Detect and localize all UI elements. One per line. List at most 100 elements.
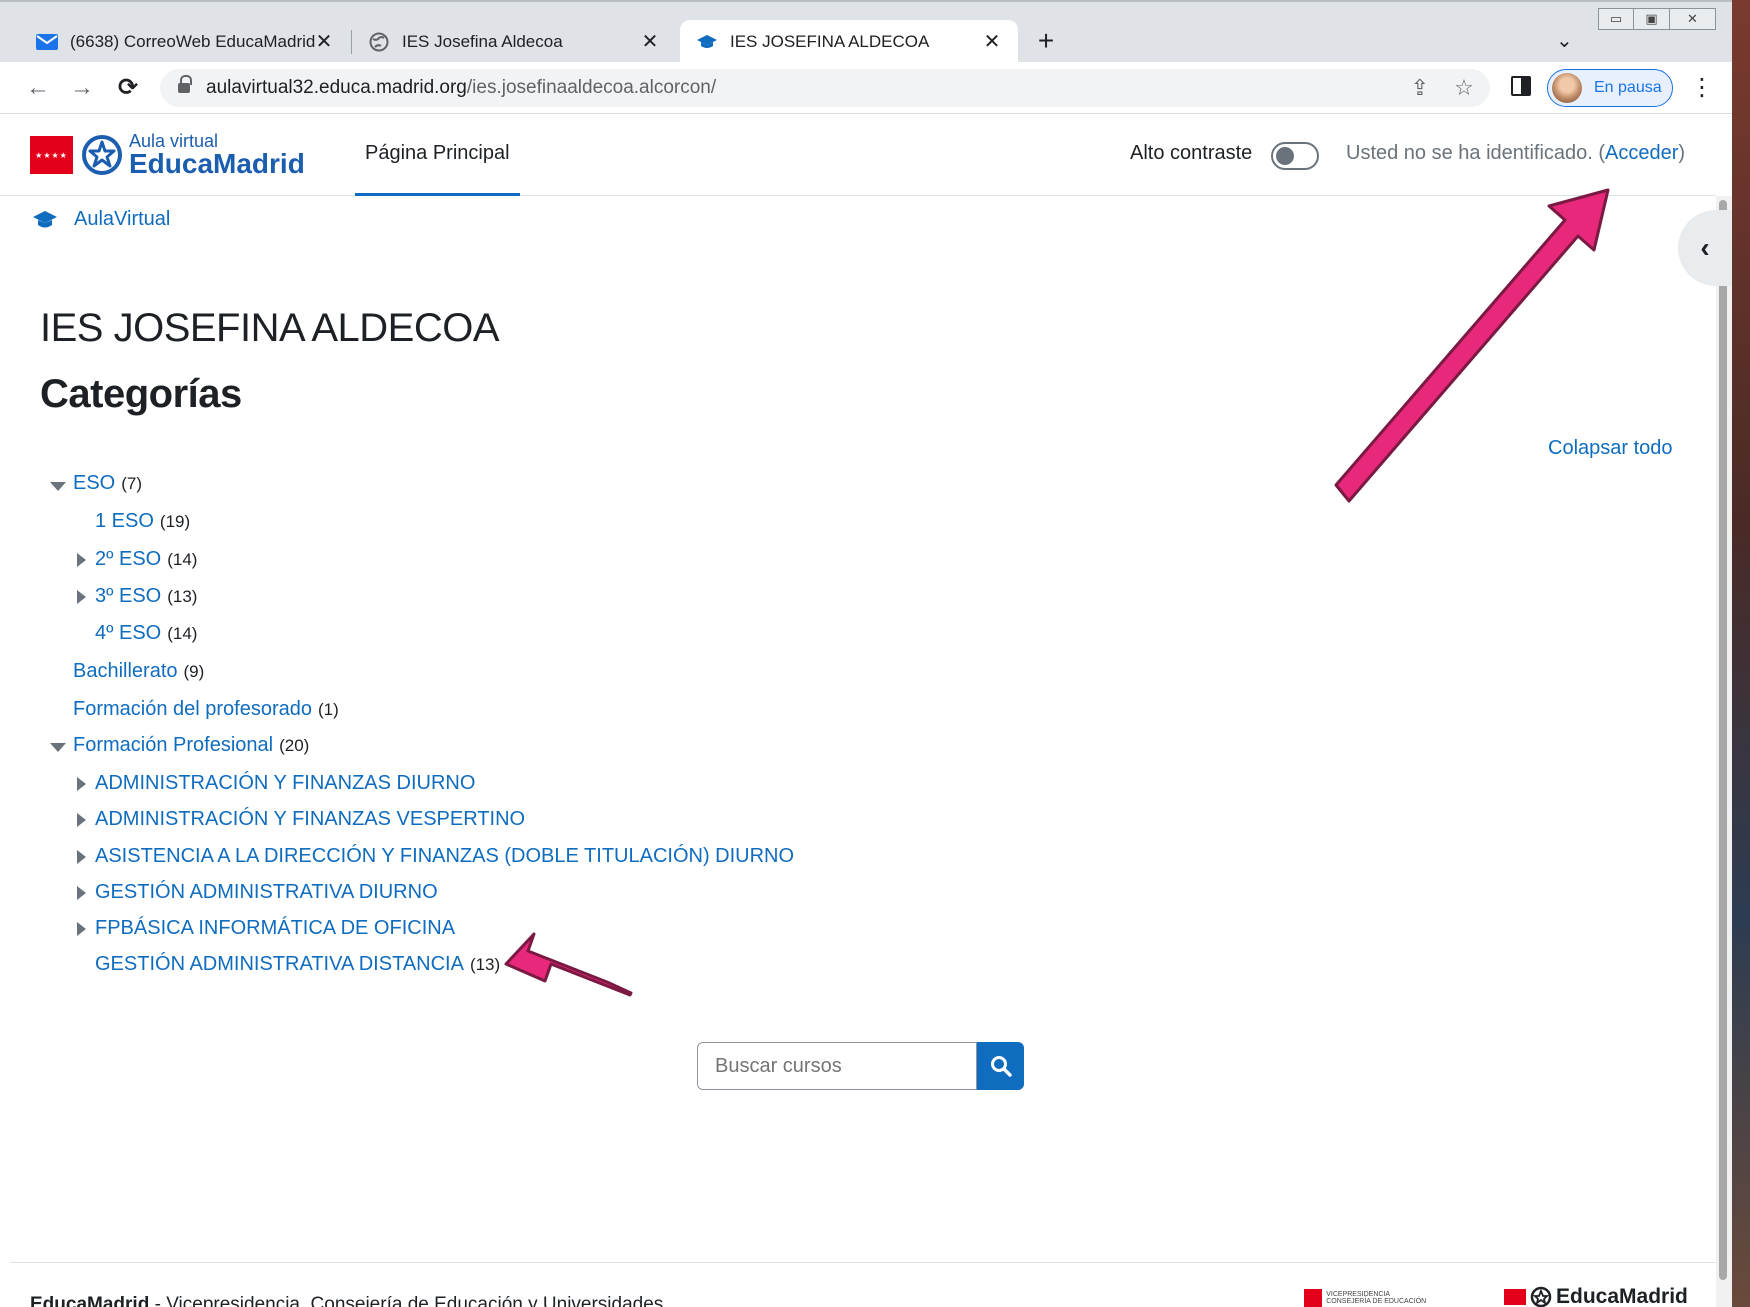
category-count: (19) — [159, 511, 191, 531]
footer-description: - Vicepresidencia, Consejería de Educaci… — [149, 1294, 664, 1307]
category-count: (1) — [318, 699, 339, 719]
category-2-eso[interactable]: 2º ESO (14) — [95, 548, 197, 571]
nav-home-link[interactable]: Página Principal — [355, 114, 520, 196]
profile-status: En pausa — [1594, 79, 1662, 96]
category-label[interactable]: ADMINISTRACIÓN Y FINANZAS VESPERTINO — [95, 808, 525, 831]
category-count: (13) — [469, 954, 501, 974]
category-4-eso[interactable]: 4º ESO (14) — [95, 622, 197, 645]
category-count: (7) — [121, 473, 143, 493]
category-formacion-profesional[interactable]: Formación Profesional (20) — [73, 734, 309, 757]
category-label[interactable]: ADMINISTRACIÓN Y FINANZAS DIURNO — [95, 772, 475, 795]
caret-right-icon[interactable] — [77, 590, 86, 604]
educamadrid-logo-icon — [1530, 1286, 1552, 1307]
forward-button[interactable]: → — [66, 72, 98, 104]
site-navbar: ★★★★ Aula virtual EducaMadrid Página Pri… — [0, 114, 1716, 196]
tab-label: IES Josefina Aldecoa — [402, 32, 563, 51]
reload-button[interactable]: ⟳ — [112, 72, 144, 104]
category-gestion-admin-distancia[interactable]: GESTIÓN ADMINISTRATIVA DISTANCIA (13) — [95, 953, 500, 976]
category-fpbasica-informatica[interactable]: FPBÁSICA INFORMÁTICA DE OFICINA — [95, 917, 455, 940]
graduation-cap-icon — [33, 210, 57, 227]
search-button[interactable] — [977, 1042, 1024, 1090]
footer-divider — [10, 1262, 1716, 1263]
footer-logo-title: EducaMadrid — [1556, 1285, 1688, 1307]
url-text: aulavirtual32.educa.madrid.org/ies.josef… — [206, 77, 716, 99]
footer-consejeria-logo[interactable]: VICEPRESIDENCIA CONSEJERÍA DE EDUCACIÓN — [1304, 1288, 1434, 1307]
login-status-text: Usted no se ha identificado. ( — [1346, 142, 1606, 164]
address-bar[interactable]: aulavirtual32.educa.madrid.org/ies.josef… — [160, 69, 1490, 107]
tab-correoweb[interactable]: (6638) CorreoWeb EducaMadrid ✕ — [20, 20, 350, 64]
share-icon[interactable]: ⇪ — [1406, 74, 1434, 102]
collapse-all-link[interactable]: Colapsar todo — [1548, 437, 1673, 460]
breadcrumb-link-aulavirtual[interactable]: AulaVirtual — [74, 208, 170, 231]
category-1-eso[interactable]: 1 ESO (19) — [95, 510, 190, 533]
category-asistencia-direccion[interactable]: ASISTENCIA A LA DIRECCIÓN Y FINANZAS (DO… — [95, 845, 794, 868]
category-label[interactable]: ASISTENCIA A LA DIRECCIÓN Y FINANZAS (DO… — [95, 845, 794, 868]
category-label[interactable]: Formación Profesional — [73, 734, 273, 757]
url-path: /ies.josefinaaldecoa.alcorcon/ — [466, 77, 717, 98]
caret-down-icon[interactable] — [50, 743, 66, 752]
minimize-button[interactable]: ▭ — [1598, 8, 1634, 30]
scrollbar-thumb[interactable] — [1719, 200, 1727, 1280]
close-tab-icon[interactable]: ✕ — [312, 29, 336, 54]
tab-josefina-aldecoa[interactable]: IES Josefina Aldecoa ✕ — [352, 20, 676, 64]
url-host: aulavirtual32.educa.madrid.org — [206, 77, 467, 98]
page-title: IES JOSEFINA ALDECOA — [40, 306, 500, 350]
side-panel-icon[interactable] — [1511, 76, 1531, 96]
close-tab-icon[interactable]: ✕ — [638, 29, 662, 54]
site-logo[interactable]: ★★★★ Aula virtual EducaMadrid — [30, 132, 305, 178]
category-3-eso[interactable]: 3º ESO (13) — [95, 585, 197, 608]
caret-right-icon[interactable] — [77, 850, 86, 864]
mail-icon — [36, 31, 58, 53]
back-button[interactable]: ← — [22, 72, 54, 104]
login-status-close: ) — [1678, 142, 1686, 164]
category-label[interactable]: GESTIÓN ADMINISTRATIVA DISTANCIA — [95, 953, 464, 976]
category-eso[interactable]: ESO (7) — [73, 472, 142, 495]
tab-search-chevron-icon[interactable]: ⌄ — [1556, 28, 1573, 53]
drawer-toggle-chevron-left-icon[interactable]: ‹ — [1678, 210, 1732, 286]
login-info: Usted no se ha identificado. (Acceder) — [1346, 142, 1685, 165]
category-label[interactable]: GESTIÓN ADMINISTRATIVA DIURNO — [95, 881, 438, 904]
caret-right-icon[interactable] — [77, 886, 86, 900]
category-admin-finanzas-diurno[interactable]: ADMINISTRACIÓN Y FINANZAS DIURNO — [95, 772, 475, 795]
category-gestion-admin-diurno[interactable]: GESTIÓN ADMINISTRATIVA DIURNO — [95, 881, 438, 904]
footer-educamadrid-logo[interactable]: EducaMadrid — [1504, 1285, 1688, 1307]
category-count: (9) — [183, 661, 205, 681]
caret-right-icon[interactable] — [77, 777, 86, 791]
madrid-flag-icon: ★★★★ — [30, 136, 73, 174]
category-count: (14) — [167, 549, 198, 569]
page-subtitle: Categorías — [40, 372, 242, 416]
category-label[interactable]: ESO — [73, 472, 115, 495]
category-bachillerato[interactable]: Bachillerato (9) — [73, 660, 204, 683]
category-label[interactable]: 1 ESO — [95, 510, 154, 533]
search-courses-input[interactable] — [697, 1042, 977, 1090]
category-label[interactable]: Bachillerato — [73, 660, 178, 683]
profile-button[interactable]: En pausa — [1547, 69, 1673, 107]
category-label[interactable]: 2º ESO — [95, 548, 161, 571]
category-label[interactable]: 3º ESO — [95, 585, 161, 608]
annotation-arrows — [504, 188, 1610, 997]
login-link[interactable]: Acceder — [1605, 142, 1678, 164]
contrast-label: Alto contraste — [1130, 142, 1253, 164]
category-label[interactable]: 4º ESO — [95, 622, 161, 645]
category-label[interactable]: Formación del profesorado — [73, 698, 312, 721]
category-admin-finanzas-vespertino[interactable]: ADMINISTRACIÓN Y FINANZAS VESPERTINO — [95, 808, 525, 831]
restore-button[interactable]: ▣ — [1634, 8, 1670, 30]
caret-right-icon[interactable] — [77, 922, 86, 936]
close-window-button[interactable]: ✕ — [1670, 8, 1716, 30]
caret-right-icon[interactable] — [77, 553, 86, 567]
caret-right-icon[interactable] — [77, 813, 86, 827]
avatar — [1552, 73, 1582, 103]
tab-ies-josefina-aldecoa-active[interactable]: IES JOSEFINA ALDECOA ✕ — [680, 20, 1018, 64]
category-count: (14) — [167, 623, 198, 643]
logo-title: EducaMadrid — [129, 148, 305, 179]
bookmark-star-icon[interactable]: ☆ — [1450, 74, 1478, 102]
caret-down-icon[interactable] — [50, 482, 66, 491]
category-label[interactable]: FPBÁSICA INFORMÁTICA DE OFICINA — [95, 917, 455, 940]
new-tab-button[interactable]: + — [1029, 24, 1063, 58]
madrid-flag-icon — [1504, 1289, 1526, 1305]
high-contrast-toggle[interactable] — [1271, 142, 1319, 170]
category-formacion-profesorado[interactable]: Formación del profesorado (1) — [73, 698, 339, 721]
more-menu-icon[interactable]: ⋮ — [1690, 72, 1714, 104]
close-tab-icon[interactable]: ✕ — [980, 29, 1004, 54]
category-count: (13) — [167, 586, 198, 606]
